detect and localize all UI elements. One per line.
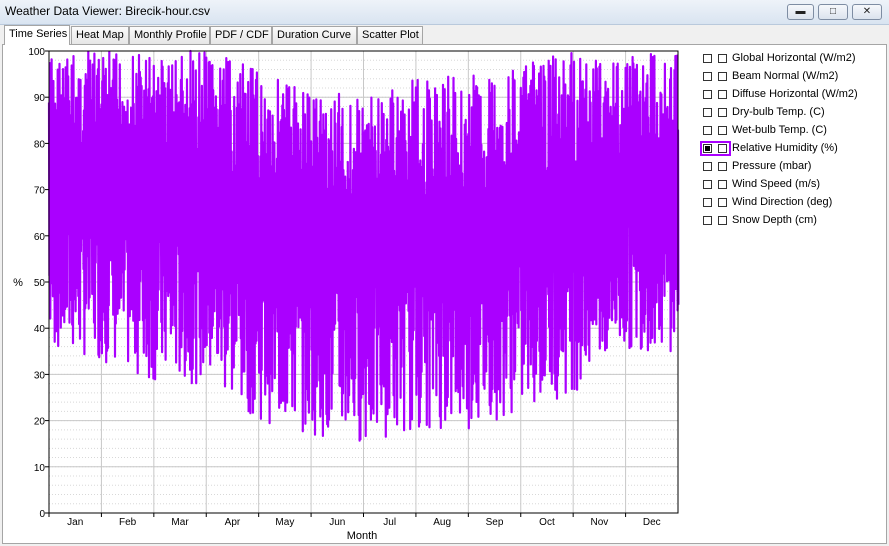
legend-item-wind-direction[interactable]: Wind Direction (deg) — [700, 194, 880, 212]
legend-item-global-horizontal[interactable]: Global Horizontal (W/m2) — [700, 50, 880, 68]
close-icon: ✕ — [862, 6, 872, 17]
tab-monthly-profile[interactable]: Monthly Profile — [129, 26, 210, 44]
legend-item-wet-bulb-temp[interactable]: Wet-bulb Temp. (C) — [700, 122, 880, 140]
legend-label: Global Horizontal (W/m2) — [732, 52, 856, 64]
legend-label: Dry-bulb Temp. (C) — [732, 106, 825, 118]
legend-item-relative-humidity[interactable]: Relative Humidity (%) — [700, 140, 880, 158]
legend-item-wind-speed[interactable]: Wind Speed (m/s) — [700, 176, 880, 194]
legend-item-diffuse-horizontal[interactable]: Diffuse Horizontal (W/m2) — [700, 86, 880, 104]
legend-checkbox[interactable] — [718, 126, 727, 135]
tab-scatter-plot[interactable]: Scatter Plot — [357, 26, 423, 44]
legend-checkbox[interactable] — [718, 162, 727, 171]
legend-checkbox[interactable] — [703, 90, 712, 99]
legend-checkbox[interactable] — [718, 198, 727, 207]
legend-label: Wind Speed (m/s) — [732, 178, 821, 190]
legend-checkbox[interactable] — [718, 144, 727, 153]
tab-bar: Time Series Heat Map Monthly Profile PDF… — [0, 25, 889, 45]
legend-label: Pressure (mbar) — [732, 160, 812, 172]
legend-checkbox[interactable] — [718, 72, 727, 81]
maximize-icon: □ — [829, 6, 837, 17]
legend-checkbox[interactable] — [718, 216, 727, 225]
legend-checkbox[interactable] — [718, 90, 727, 99]
legend-checkbox[interactable] — [703, 54, 712, 63]
legend-item-snow-depth[interactable]: Snow Depth (cm) — [700, 212, 880, 230]
legend-item-pressure[interactable]: Pressure (mbar) — [700, 158, 880, 176]
title-bar: Weather Data Viewer: Birecik-hour.csv ▬ … — [0, 0, 889, 25]
legend-checkbox[interactable] — [718, 180, 727, 189]
legend-checkbox[interactable] — [703, 198, 712, 207]
legend-label: Wind Direction (deg) — [732, 196, 833, 208]
legend-checkbox[interactable] — [703, 162, 712, 171]
legend-checkbox[interactable] — [703, 72, 712, 81]
tab-heat-map[interactable]: Heat Map — [71, 26, 129, 44]
close-button[interactable]: ✕ — [852, 4, 882, 20]
legend-label: Wet-bulb Temp. (C) — [732, 124, 827, 136]
tab-pdf-cdf[interactable]: PDF / CDF — [210, 26, 272, 44]
legend-label: Snow Depth (cm) — [732, 214, 817, 226]
maximize-button[interactable]: □ — [818, 4, 848, 20]
legend-label: Beam Normal (W/m2) — [732, 70, 839, 82]
legend-checkbox[interactable] — [703, 108, 712, 117]
legend-label: Relative Humidity (%) — [732, 142, 838, 154]
minimize-button[interactable]: ▬ — [787, 4, 814, 20]
minimize-icon: ▬ — [795, 6, 806, 17]
legend-checkbox[interactable] — [703, 216, 712, 225]
legend-checkbox[interactable] — [703, 126, 712, 135]
legend-item-dry-bulb-temp[interactable]: Dry-bulb Temp. (C) — [700, 104, 880, 122]
tab-time-series[interactable]: Time Series — [4, 25, 70, 45]
legend-checkbox[interactable] — [703, 180, 712, 189]
legend-checkbox[interactable] — [718, 108, 727, 117]
window-title: Weather Data Viewer: Birecik-hour.csv — [5, 4, 210, 18]
legend-item-beam-normal[interactable]: Beam Normal (W/m2) — [700, 68, 880, 86]
tab-duration-curve[interactable]: Duration Curve — [272, 26, 357, 44]
legend-checkbox-checked[interactable] — [703, 144, 712, 153]
legend-checkbox[interactable] — [718, 54, 727, 63]
legend-label: Diffuse Horizontal (W/m2) — [732, 88, 858, 100]
